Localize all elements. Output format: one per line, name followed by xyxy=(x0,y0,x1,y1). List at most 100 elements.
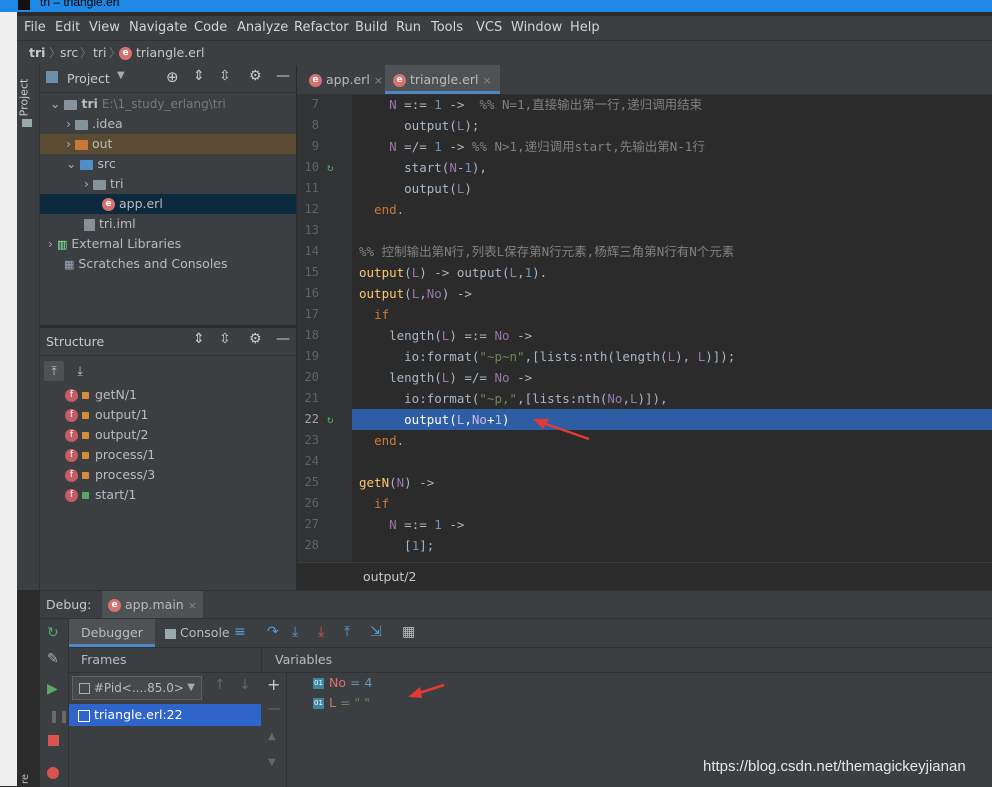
sort-alphabetically-icon[interactable]: ⤒ xyxy=(44,361,64,381)
breadcrumb-tri[interactable]: tri xyxy=(93,45,107,60)
tree-item-scratches[interactable]: ▦ Scratches and Consoles xyxy=(64,254,228,274)
menu-bar: File Edit View Navigate Code Analyze Ref… xyxy=(17,16,992,40)
evaluate-expression-icon[interactable]: ▦ xyxy=(402,624,415,640)
rerun-icon[interactable]: ↻ xyxy=(47,625,59,641)
tree-item-external-libraries[interactable]: › ▥ External Libraries xyxy=(48,234,181,254)
menu-code[interactable]: Code xyxy=(194,20,227,35)
collapse-all-icon[interactable]: ⇳ xyxy=(219,331,231,347)
arrow-up-icon[interactable]: ↑ xyxy=(214,677,226,693)
annotation-arrow xyxy=(408,683,445,698)
breadcrumb-src[interactable]: src xyxy=(60,45,78,60)
frame-label: triangle.erl:22 xyxy=(93,707,183,722)
menu-analyze[interactable]: Analyze xyxy=(237,20,288,35)
menu-refactor[interactable]: Refactor xyxy=(294,20,349,35)
step-over-icon[interactable]: ↷ xyxy=(267,624,279,640)
tab-label: triangle.erl xyxy=(409,72,479,87)
structure-item[interactable]: f getN/1 xyxy=(65,385,137,405)
menu-help[interactable]: Help xyxy=(570,20,600,35)
breadcrumb-project[interactable]: tri xyxy=(29,45,45,60)
structure-item[interactable]: f output/2 xyxy=(65,425,148,445)
menu-run[interactable]: Run xyxy=(396,20,421,35)
tab-app-erl[interactable]: e app.erl × xyxy=(301,65,391,94)
move-down-icon[interactable]: ▼ xyxy=(268,757,276,768)
tree-item-app-erl[interactable]: e app.erl xyxy=(40,194,296,214)
add-watch-icon[interactable]: + xyxy=(267,675,280,694)
locate-icon[interactable]: ⊕ xyxy=(166,68,179,86)
current-function[interactable]: output/2 xyxy=(363,569,416,584)
tab-console[interactable]: Console xyxy=(159,619,236,647)
resume-icon[interactable]: ▶ xyxy=(47,681,58,697)
wrench-icon[interactable]: ✎ xyxy=(47,651,59,667)
structure-item-label: process/1 xyxy=(95,447,156,462)
tree-item-src[interactable]: ⌄ src xyxy=(66,154,116,174)
close-icon[interactable]: × xyxy=(374,74,383,87)
window-title-bar: tri – triangle.erl xyxy=(0,0,992,12)
menu-vcs[interactable]: VCS xyxy=(476,20,502,35)
project-view-label[interactable]: Project xyxy=(67,71,110,86)
line-number: 16 xyxy=(304,286,319,300)
menu-window[interactable]: Window xyxy=(511,20,562,35)
menu-build[interactable]: Build xyxy=(355,20,388,35)
menu-navigate[interactable]: Navigate xyxy=(129,20,187,35)
thread-icon xyxy=(79,683,90,694)
tab-triangle-erl[interactable]: e triangle.erl × xyxy=(385,65,500,94)
remove-watch-icon[interactable]: — xyxy=(267,701,281,717)
step-into-icon[interactable]: ⤓ xyxy=(292,624,298,640)
expand-all-icon[interactable]: ⇕ xyxy=(193,68,205,84)
tree-item-label: External Libraries xyxy=(71,236,182,251)
code-editor[interactable]: e app.erl × e triangle.erl × 7 N =:= 1 -… xyxy=(297,65,992,591)
chevron-down-icon[interactable]: ▼ xyxy=(117,70,125,81)
collapse-all-icon[interactable]: ⇳ xyxy=(219,68,231,84)
line-number: 15 xyxy=(304,265,319,279)
tree-root[interactable]: ⌄ tri E:\1_study_erlang\tri xyxy=(50,94,226,114)
tree-item-tri[interactable]: › tri xyxy=(84,174,124,194)
close-icon[interactable]: × xyxy=(188,599,197,612)
breadcrumb-file[interactable]: e triangle.erl xyxy=(119,45,204,60)
run-to-cursor-icon[interactable]: ⇲ xyxy=(370,624,382,640)
chevron-down-icon: ▼ xyxy=(187,682,195,693)
tree-item-out[interactable]: › out xyxy=(40,134,296,154)
structure-item[interactable]: f start/1 xyxy=(65,485,136,505)
thread-selector[interactable]: #Pid<....85.0> ▼ xyxy=(72,676,202,700)
stop-icon[interactable] xyxy=(48,735,59,746)
show-fields-icon[interactable]: ⤓ xyxy=(70,361,90,381)
structure-tool-tab[interactable]: re xyxy=(20,768,40,784)
function-icon: f xyxy=(65,449,78,462)
window-title: tri – triangle.erl xyxy=(40,0,120,9)
structure-item[interactable]: f process/3 xyxy=(65,465,155,485)
function-icon: f xyxy=(65,469,78,482)
tree-item-tri-iml[interactable]: tri.iml xyxy=(84,214,136,234)
close-icon[interactable]: × xyxy=(482,74,491,87)
variable-row[interactable]: 01 L = " " xyxy=(313,695,370,710)
tree-item-label: tri xyxy=(109,176,124,191)
line-number: 12 xyxy=(304,202,319,216)
show-execution-point-icon[interactable]: ≡ xyxy=(234,624,246,640)
tab-label: Console xyxy=(180,625,230,640)
structure-item[interactable]: f output/1 xyxy=(65,405,148,425)
tab-debugger[interactable]: Debugger xyxy=(69,619,155,647)
expand-all-icon[interactable]: ⇕ xyxy=(193,331,205,347)
project-tool-tab[interactable]: Project xyxy=(17,75,33,123)
gear-icon[interactable]: ⚙ xyxy=(249,68,262,84)
menu-edit[interactable]: Edit xyxy=(55,20,80,35)
gear-icon[interactable]: ⚙ xyxy=(249,331,262,347)
menu-tools[interactable]: Tools xyxy=(431,20,463,35)
minimize-icon[interactable]: — xyxy=(276,68,290,84)
arrow-down-icon[interactable]: ↓ xyxy=(239,677,251,693)
menu-file[interactable]: File xyxy=(24,20,46,35)
breakpoints-icon[interactable] xyxy=(47,767,59,779)
breadcrumb-file-label: triangle.erl xyxy=(135,45,205,60)
force-step-into-icon[interactable]: ⤓ xyxy=(318,624,324,640)
structure-item[interactable]: f process/1 xyxy=(65,445,155,465)
tree-item-label: tri.iml xyxy=(99,216,136,231)
frame-item[interactable]: triangle.erl:22 xyxy=(69,704,261,726)
debug-session-tab[interactable]: e app.main × xyxy=(102,591,203,618)
variable-row[interactable]: 01 No = 4 xyxy=(313,675,372,690)
minimize-icon[interactable]: — xyxy=(276,331,290,347)
step-out-icon[interactable]: ⤒ xyxy=(344,624,350,640)
pause-icon[interactable]: ❚❚ xyxy=(49,709,69,723)
move-up-icon[interactable]: ▲ xyxy=(268,731,276,742)
tree-item-idea[interactable]: › .idea xyxy=(66,114,123,134)
code-line-execution-point: 22 ↻ output(L,No+1) xyxy=(297,409,992,430)
menu-view[interactable]: View xyxy=(89,20,120,35)
